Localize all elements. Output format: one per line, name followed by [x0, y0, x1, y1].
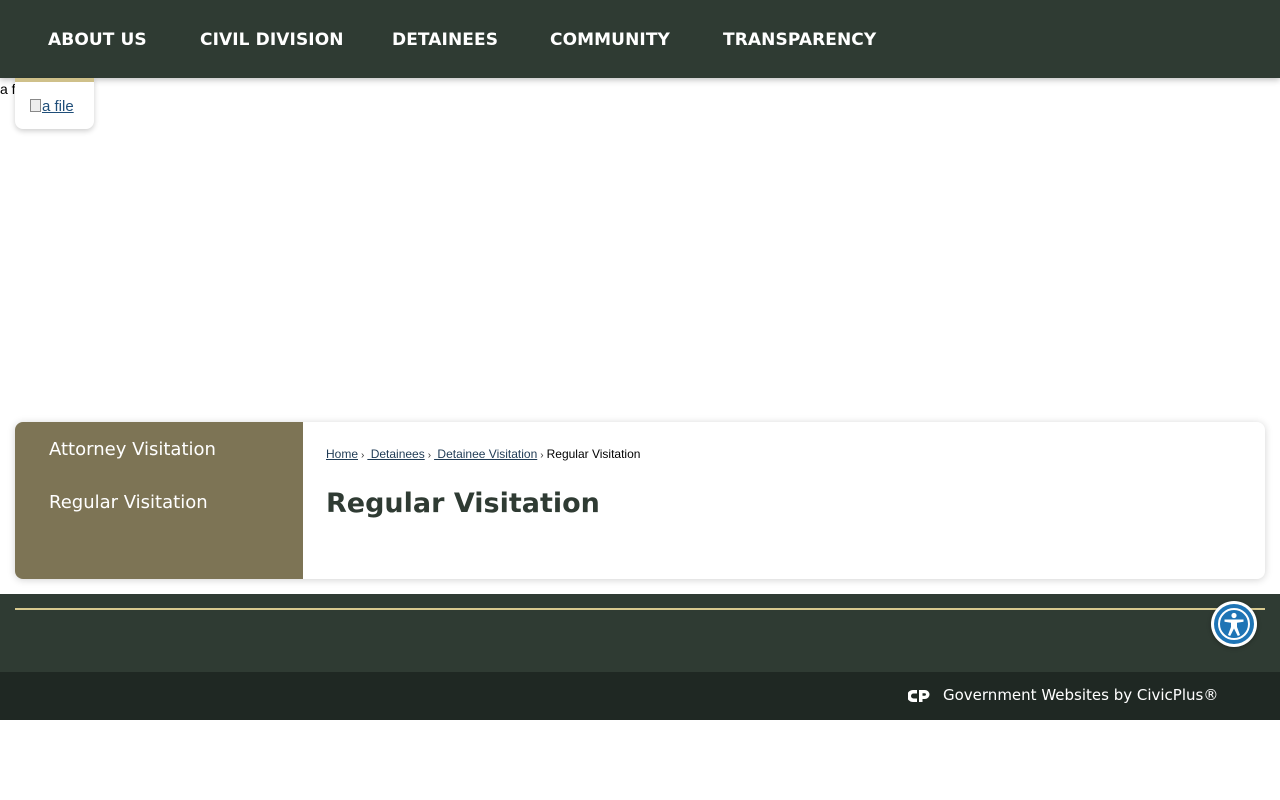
logo-card: a file: [15, 78, 94, 129]
nav-community[interactable]: COMMUNITY: [550, 30, 670, 50]
breadcrumb: Home › Detainees › Detainee Visitation › Reg…: [326, 447, 640, 461]
civicplus-logo-icon: [908, 690, 930, 702]
civicplus-credit-link[interactable]: Government Websites by CivicPlus®: [943, 686, 1218, 704]
footer: [0, 594, 1280, 672]
nav-civil-division[interactable]: CIVIL DIVISION: [200, 30, 344, 50]
breadcrumb-separator: ›: [361, 450, 365, 461]
nav-detainees[interactable]: DETAINEES: [392, 30, 498, 50]
breadcrumb-detainee-visitation[interactable]: Detainee Visitation: [434, 447, 537, 461]
accessibility-button[interactable]: [1211, 601, 1257, 647]
main-content: Home › Detainees › Detainee Visitation › Reg…: [303, 422, 1265, 579]
content-card: Attorney Visitation Regular Visitation H…: [15, 422, 1265, 579]
home-logo-link[interactable]: a file: [30, 98, 74, 115]
main-navigation: ABOUT US CIVIL DIVISION DETAINEES COMMUN…: [0, 0, 1280, 78]
breadcrumb-current: Regular Visitation: [546, 447, 641, 461]
page-title: Regular Visitation: [326, 488, 600, 519]
footer-divider: [15, 608, 1265, 610]
bottom-bar: Government Websites by CivicPlus®: [0, 672, 1280, 720]
sidebar-item-attorney-visitation[interactable]: Attorney Visitation: [49, 439, 216, 460]
breadcrumb-separator: ›: [540, 450, 544, 461]
accessibility-icon: [1214, 604, 1254, 644]
logo-alt-text: a file: [42, 98, 74, 115]
nav-transparency[interactable]: TRANSPARENCY: [723, 30, 876, 50]
breadcrumb-separator: ›: [427, 450, 432, 461]
breadcrumb-detainees[interactable]: Detainees: [367, 447, 425, 461]
sidebar-item-regular-visitation[interactable]: Regular Visitation: [49, 492, 208, 513]
broken-image-icon: [30, 99, 41, 112]
nav-about-us[interactable]: ABOUT US: [48, 30, 147, 50]
breadcrumb-home[interactable]: Home: [326, 447, 358, 461]
sidebar: Attorney Visitation Regular Visitation: [15, 422, 303, 579]
